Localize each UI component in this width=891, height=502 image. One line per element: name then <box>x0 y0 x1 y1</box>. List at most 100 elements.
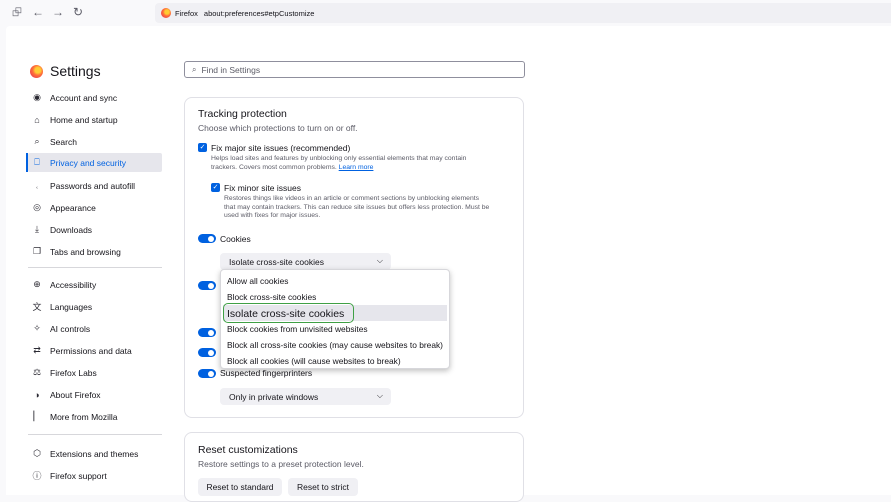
cookies-dropdown-menu: Allow all cookies Block cross-site cooki… <box>220 269 450 369</box>
reset-strict-button[interactable]: Reset to strict <box>288 478 358 496</box>
key-icon: ˓ <box>35 180 39 191</box>
forward-icon[interactable]: → <box>51 5 65 19</box>
chevron-down-icon: ⌵ <box>376 256 383 265</box>
accessibility-icon: ⊕ <box>33 279 41 289</box>
sidebar-item-label: Permissions and data <box>50 345 132 356</box>
learn-more-link[interactable]: Learn more <box>339 164 374 171</box>
flask-icon: ⚖ <box>32 367 42 377</box>
search-input[interactable]: ⌕ Find in Settings <box>184 61 525 78</box>
sidebar-item-account-and-sync[interactable]: ◉ Account and sync <box>28 88 162 107</box>
mozilla-icon: ▏ <box>33 411 41 421</box>
reset-subtitle: Restore settings to a preset protection … <box>198 459 364 469</box>
sidebar-item-label: Firefox support <box>50 470 107 481</box>
tracking-subtitle: Choose which protections to turn on or o… <box>198 123 358 133</box>
reset-standard-button[interactable]: Reset to standard <box>198 478 282 496</box>
url-text[interactable]: about:preferences#etpCustomize <box>204 9 314 18</box>
sidebar-item-downloads[interactable]: ⤓ Downloads <box>28 220 162 239</box>
url-bar[interactable]: Firefox about:preferences#etpCustomize <box>155 3 891 23</box>
sidebar-item-passwords[interactable]: ˓ Passwords and autofill <box>28 176 162 195</box>
cookie-option-allow-all[interactable]: Allow all cookies <box>227 276 288 286</box>
tracking-toggle[interactable] <box>198 348 216 357</box>
sidebar-item-label: Firefox Labs <box>50 367 97 378</box>
sidebar-item-label: Passwords and autofill <box>50 180 136 191</box>
desc-line: used with fixes for major issues. <box>224 212 321 220</box>
sidebar-item-label: AI controls <box>50 323 91 334</box>
puzzle-icon: ⬡ <box>33 448 41 458</box>
sidebar-item-about-firefox[interactable]: ◑ About Firefox <box>28 385 162 404</box>
tracking-toggle[interactable] <box>198 281 216 290</box>
sidebar-item-label: Extensions and themes <box>50 448 139 459</box>
sidebar-item-label: About Firefox <box>50 389 101 400</box>
sidebar-item-ai-controls[interactable]: ✧ AI controls <box>28 319 162 338</box>
chevron-down-icon: ⌵ <box>376 391 383 400</box>
sliders-icon: ⇄ <box>33 345 41 355</box>
help-icon: ⓘ <box>32 471 42 481</box>
desc-line: Helps load sites and features by unblock… <box>211 155 467 162</box>
sidebar-item-support[interactable]: ⓘ Firefox support <box>28 466 162 485</box>
tracking-toggle[interactable] <box>198 328 216 337</box>
sidebar-item-label: Tabs and browsing <box>50 246 121 257</box>
back-icon[interactable]: ← <box>31 5 45 19</box>
fingerprinters-select-value: Only in private windows <box>229 391 319 402</box>
sidebar-item-more-from-mozilla[interactable]: ▏ More from Mozilla <box>28 407 162 426</box>
sidebar-item-label: Languages <box>50 301 93 312</box>
fix-minor-checkbox[interactable]: ✓ <box>211 183 220 192</box>
cookie-option-block-cross-site[interactable]: Block cross-site cookies <box>227 292 316 302</box>
sidebar-toggle-icon[interactable]: ⮺ <box>10 5 24 19</box>
sidebar-item-home[interactable]: ⌂ Home and startup <box>28 110 162 129</box>
account-icon: ◉ <box>33 92 41 102</box>
sidebar-item-privacy[interactable]: ⎕ Privacy and security <box>26 153 162 172</box>
reload-icon[interactable]: ↻ <box>71 5 85 19</box>
sidebar-item-languages[interactable]: 文 Languages <box>28 297 162 316</box>
cookie-option-block-all[interactable]: Block all cookies (will cause websites t… <box>227 356 401 366</box>
firefox-logo-icon <box>161 8 171 18</box>
highlight-annotation <box>223 303 354 323</box>
sidebar-item-label: Home and startup <box>50 114 118 125</box>
fix-major-checkbox[interactable]: ✓ <box>198 143 207 152</box>
sidebar-item-label: Downloads <box>50 224 93 235</box>
tabs-icon: ❐ <box>32 246 42 256</box>
fingerprinters-label: Suspected fingerprinters <box>220 368 313 378</box>
sidebar-item-accessibility[interactable]: ⊕ Accessibility <box>28 275 162 294</box>
sidebar-item-label: More from Mozilla <box>50 411 118 422</box>
cookies-label: Cookies <box>220 234 251 244</box>
sidebar-item-appearance[interactable]: ◎ Appearance <box>28 198 162 217</box>
fix-major-label: Fix major site issues (recommended) <box>211 143 351 153</box>
settings-heading: Settings <box>50 63 101 79</box>
fix-minor-label: Fix minor site issues <box>224 183 301 193</box>
browser-toolbar: ⮺ ← → ↻ Firefox about:preferences#etpCus… <box>0 0 891 26</box>
download-icon: ⤓ <box>35 224 39 234</box>
search-placeholder: Find in Settings <box>201 64 261 75</box>
firefox-logo-icon <box>30 64 43 78</box>
fix-major-desc: Helps load sites and features by unblock… <box>211 155 466 172</box>
tracking-title: Tracking protection <box>198 108 287 120</box>
cookies-select[interactable]: Isolate cross-site cookies ⌵ <box>220 253 391 270</box>
search-icon: ⌕ <box>34 136 40 146</box>
identity-label: Firefox <box>175 8 198 18</box>
sidebar-divider <box>28 434 162 435</box>
reset-title: Reset customizations <box>198 444 298 456</box>
sidebar-item-search[interactable]: ⌕ Search <box>28 132 162 151</box>
home-icon: ⌂ <box>34 114 40 125</box>
eye-icon: ◎ <box>33 202 41 212</box>
fingerprinters-select[interactable]: Only in private windows ⌵ <box>220 388 391 405</box>
sidebar-item-tabs[interactable]: ❐ Tabs and browsing <box>28 242 162 261</box>
fingerprinters-toggle[interactable] <box>198 369 216 378</box>
desc-line: trackers. Covers most common problems. <box>211 163 337 171</box>
cookie-option-block-all-cross-site[interactable]: Block all cross-site cookies (may cause … <box>227 340 443 350</box>
desc-line: Restores things like videos in an articl… <box>224 195 480 202</box>
translate-icon: 文 <box>32 302 42 312</box>
sidebar-item-label: Account and sync <box>50 92 118 103</box>
search-icon: ⌕ <box>192 64 197 74</box>
desc-line: that may contain trackers. This can redu… <box>224 203 490 211</box>
cookie-option-block-unvisited[interactable]: Block cookies from unvisited websites <box>227 324 368 334</box>
sidebar-item-label: Appearance <box>50 202 96 213</box>
sidebar-item-permissions[interactable]: ⇄ Permissions and data <box>28 341 162 360</box>
lock-icon: ⎕ <box>34 157 40 167</box>
fix-minor-desc: Restores things like videos in an articl… <box>224 195 489 221</box>
firefox-icon: ◑ <box>34 389 40 400</box>
cookies-toggle[interactable] <box>198 234 216 243</box>
sidebar-item-extensions[interactable]: ⬡ Extensions and themes <box>28 444 162 463</box>
sidebar-item-firefox-labs[interactable]: ⚖ Firefox Labs <box>28 363 162 382</box>
sidebar-divider <box>28 267 162 268</box>
